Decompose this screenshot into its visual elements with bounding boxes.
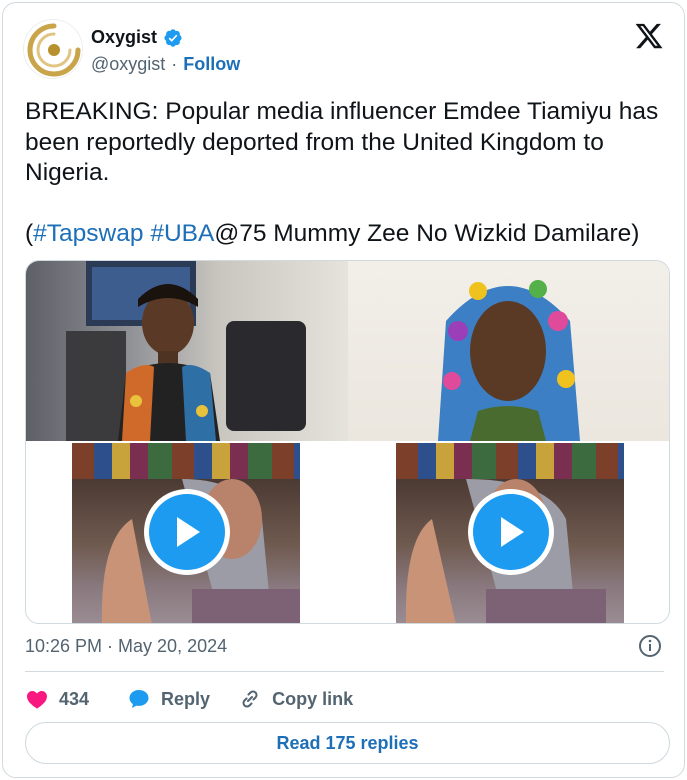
photo-man-studio-image	[66, 261, 306, 441]
link-icon	[242, 690, 258, 708]
tweet-text-tail: @75 Mummy Zee No Wizkid Damilare)	[214, 219, 640, 247]
photo-man-hoodie-image	[438, 280, 580, 441]
copy-link-label: Copy link	[272, 688, 354, 709]
hashtag-uba[interactable]: #UBA	[150, 220, 214, 247]
author-name[interactable]: Oxygist	[91, 27, 157, 48]
play-icon	[177, 517, 200, 547]
hashtag-tapswap[interactable]: #Tapswap	[33, 220, 143, 247]
tweet-timestamp[interactable]: 10:26 PM · May 20, 2024	[25, 636, 227, 657]
reply-button[interactable]: Reply	[127, 687, 210, 711]
play-icon-1-bg	[149, 494, 225, 570]
copy-link-button[interactable]: Copy link	[238, 687, 353, 711]
author-name-row: Oxygist	[91, 27, 183, 48]
media-photos	[26, 261, 669, 441]
divider	[25, 671, 664, 672]
play-button-1[interactable]	[144, 489, 230, 575]
info-icon[interactable]	[638, 634, 662, 658]
video-1-strip	[72, 443, 300, 479]
read-replies-button[interactable]: Read 175 replies	[25, 722, 670, 764]
tweet-text-hashtags: (#Tapswap #UBA@75 Mummy Zee No Wizkid Da…	[25, 219, 665, 250]
author-handle[interactable]: @oxygist	[91, 54, 165, 75]
verified-badge-icon	[164, 28, 182, 47]
tweet-text: BREAKING: Popular media influencer Emdee…	[25, 97, 665, 249]
play-icon	[501, 517, 524, 547]
follow-button[interactable]: Follow	[183, 54, 240, 75]
play-icon-2-bg	[473, 494, 549, 570]
play-button-2[interactable]	[468, 489, 554, 575]
photo-man-studio[interactable]	[26, 261, 348, 441]
like-button[interactable]: 434	[25, 687, 89, 711]
oxygist-logo-icon	[25, 21, 82, 78]
action-bar: 434 Reply Copy link	[25, 685, 353, 713]
like-count: 434	[59, 688, 90, 709]
x-logo-icon[interactable]	[634, 21, 664, 51]
separator-dot: ·	[171, 54, 178, 74]
tweet-text-main: BREAKING: Popular media influencer Emdee…	[25, 98, 659, 186]
photo-man-hoodie[interactable]	[348, 261, 669, 441]
video-2-strip	[396, 443, 624, 479]
reply-bubble-icon	[129, 690, 149, 708]
author-handle-row: @oxygist · Follow	[91, 54, 240, 75]
paren-open: (	[25, 219, 34, 247]
media-grid[interactable]	[25, 260, 670, 624]
reply-label: Reply	[161, 688, 211, 709]
heart-icon	[27, 691, 47, 709]
tweet-card: Oxygist @oxygist · Follow BREAKING: Popu…	[2, 2, 685, 778]
avatar[interactable]	[23, 19, 83, 79]
